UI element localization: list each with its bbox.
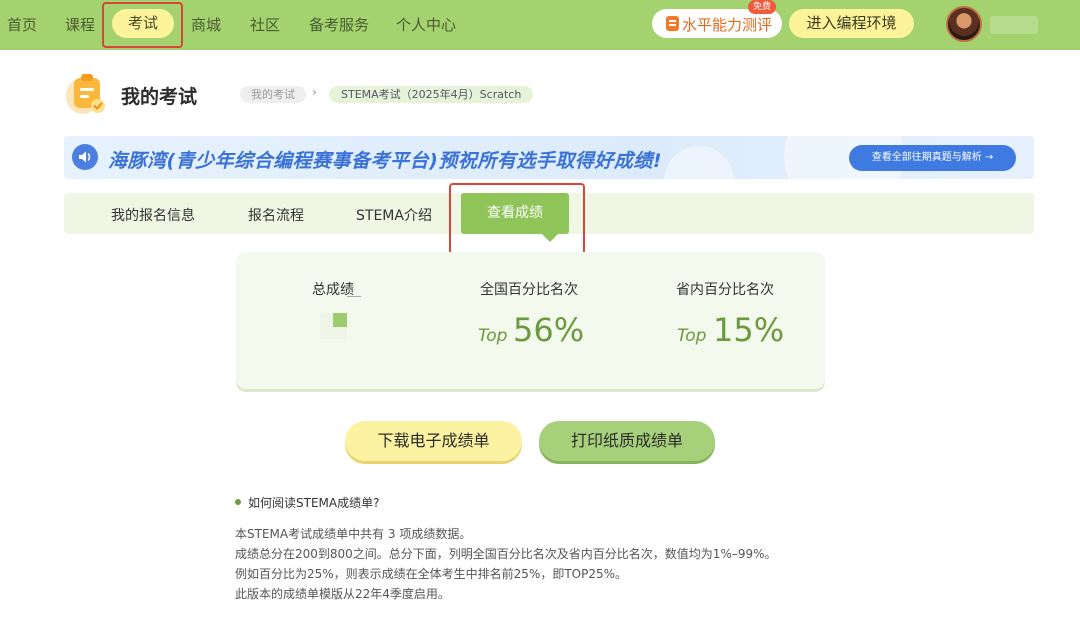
help-line: 此版本的成绩单模版从22年4季度启用。	[235, 587, 450, 601]
chevron-right-icon: ›	[312, 85, 317, 99]
page-title: 我的考试	[121, 86, 198, 108]
tab-registration-info[interactable]: 我的报名信息	[111, 205, 195, 225]
view-past-papers-button[interactable]: 查看全部往期真题与解析 →	[849, 145, 1016, 171]
print-report-button[interactable]: 打印纸质成绩单	[539, 421, 715, 461]
help-line: 例如百分比为25%，则表示成绩在全体考生中排名前25%，即TOP25%。	[235, 567, 628, 581]
avatar[interactable]	[946, 6, 982, 42]
total-score-blurred-block-2	[320, 327, 347, 339]
help-title: 如何阅读STEMA成绩单?	[248, 496, 380, 510]
national-percentile-value: 56%	[513, 311, 585, 349]
nav-courses[interactable]: 课程	[65, 14, 95, 35]
username-blurred	[990, 16, 1038, 34]
total-score-blurred-block	[333, 313, 347, 327]
total-score-underline	[347, 296, 361, 297]
total-score-blurred	[320, 313, 333, 327]
breadcrumb-current-exam: STEMA考试（2025年4月）Scratch	[329, 86, 534, 103]
test-paper-icon	[666, 16, 679, 31]
bullet-dot	[235, 499, 241, 505]
free-badge: 免费	[748, 0, 777, 14]
tab-registration-process[interactable]: 报名流程	[248, 205, 304, 225]
nav-home[interactable]: 首页	[7, 14, 37, 35]
provincial-percentile-value: 15%	[713, 311, 785, 349]
coding-env-button[interactable]: 进入编程环境	[789, 9, 914, 38]
speaker-icon	[72, 144, 98, 170]
national-percentile-label: 全国百分比名次	[480, 282, 578, 298]
annotation-highlight-tab	[449, 183, 585, 255]
breadcrumb-my-exams[interactable]: 我的考试	[240, 86, 306, 103]
national-top-word: Top	[478, 326, 508, 346]
exam-clipboard-icon	[66, 74, 105, 114]
banner-message: 海豚湾(青少年综合编程赛事备考平台)预祝所有选手取得好成绩!	[108, 150, 663, 172]
ability-test-label: 水平能力测评	[682, 16, 773, 34]
provincial-top-word: Top	[677, 326, 707, 346]
provincial-percentile-label: 省内百分比名次	[676, 282, 774, 298]
help-line: 本STEMA考试成绩单中共有 3 项成绩数据。	[235, 527, 472, 541]
annotation-highlight-nav	[102, 2, 183, 48]
nav-mall[interactable]: 商城	[191, 14, 221, 35]
nav-profile[interactable]: 个人中心	[396, 14, 456, 35]
tab-stema-intro[interactable]: STEMA介绍	[356, 205, 432, 225]
nav-community[interactable]: 社区	[250, 14, 280, 35]
download-report-button[interactable]: 下载电子成绩单	[345, 421, 522, 461]
help-line: 成绩总分在200到800之间。总分下面，列明全国百分比名次及省内百分比名次，数值…	[235, 547, 777, 561]
nav-exam-prep[interactable]: 备考服务	[309, 14, 369, 35]
